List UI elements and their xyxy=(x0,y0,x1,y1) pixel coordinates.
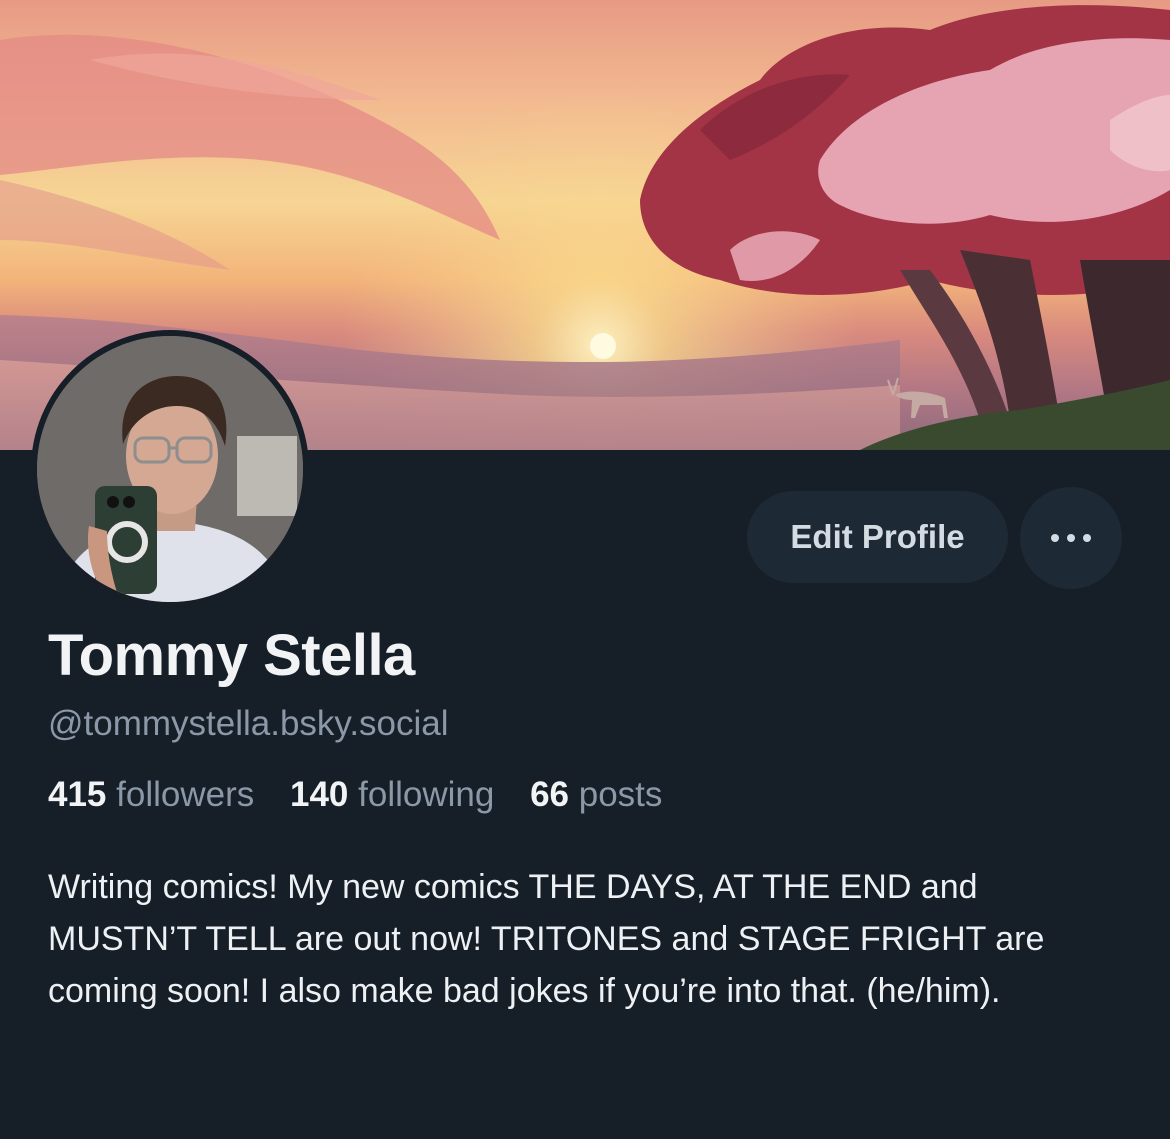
display-name: Tommy Stella xyxy=(48,623,415,688)
following-stat[interactable]: 140 following xyxy=(290,775,494,814)
profile-stats: 415 followers 140 following 66 posts xyxy=(48,775,688,815)
ellipsis-icon xyxy=(1051,534,1091,542)
following-label: following xyxy=(358,775,495,814)
edit-profile-button[interactable]: Edit Profile xyxy=(747,491,1008,583)
profile-handle: @tommystella.bsky.social xyxy=(48,704,449,743)
posts-label: posts xyxy=(578,775,663,814)
followers-label: followers xyxy=(116,775,255,814)
avatar-image xyxy=(37,336,303,602)
posts-count: 66 xyxy=(530,775,569,814)
profile-page: Edit Profile Tommy Stella @tommystella.b… xyxy=(0,0,1170,1139)
edit-profile-label: Edit Profile xyxy=(790,518,965,555)
avatar[interactable] xyxy=(31,330,309,608)
posts-stat: 66 posts xyxy=(530,775,662,814)
followers-count: 415 xyxy=(48,775,107,814)
followers-stat[interactable]: 415 followers xyxy=(48,775,254,814)
following-count: 140 xyxy=(289,775,349,814)
more-options-button[interactable] xyxy=(1020,487,1122,589)
profile-bio: Writing comics! My new comics THE DAYS, … xyxy=(48,868,1045,1010)
